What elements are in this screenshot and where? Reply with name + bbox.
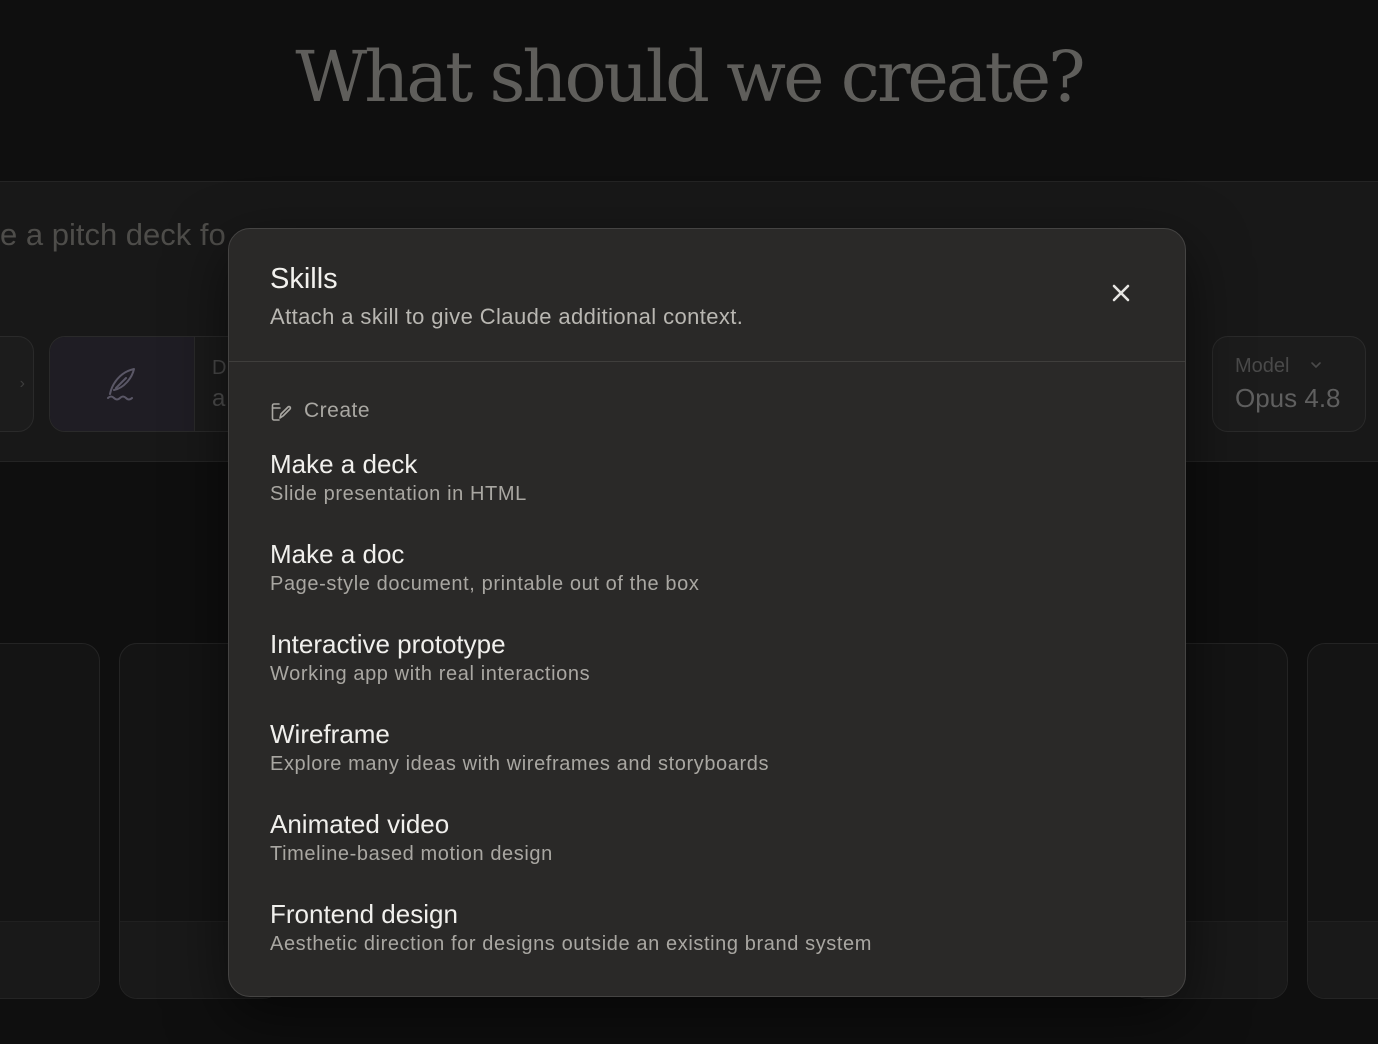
modal-title: Skills (270, 263, 338, 295)
model-selector[interactable]: Model Opus 4.8 (1212, 336, 1366, 432)
skill-item-animated-video[interactable]: Animated video Timeline-based motion des… (229, 802, 1185, 892)
chip-left-glyph: › (19, 375, 25, 392)
design-chip-icon-box (50, 337, 195, 431)
skill-name: Frontend design (270, 899, 458, 929)
hero-title: What should we create? (295, 36, 1085, 118)
skill-name: Make a doc (270, 539, 405, 569)
skill-item-frontend-design[interactable]: Frontend design Aesthetic direction for … (229, 892, 1185, 982)
skill-item-interactive-prototype[interactable]: Interactive prototype Working app with r… (229, 622, 1185, 712)
template-card[interactable] (0, 643, 100, 999)
modal-subtitle: Attach a skill to give Claude additional… (270, 304, 744, 329)
skill-item-make-a-deck[interactable]: Make a deck Slide presentation in HTML (229, 442, 1185, 532)
skill-description: Timeline-based motion design (270, 843, 553, 865)
close-icon (1112, 284, 1130, 302)
skill-item-make-a-doc[interactable]: Make a doc Page-style document, printabl… (229, 532, 1185, 622)
app-page: What should we create? e a pitch deck fo… (0, 0, 1378, 1044)
skill-description: Explore many ideas with wireframes and s… (270, 753, 770, 775)
skill-name: Make a deck (270, 449, 418, 479)
model-value: Opus 4.8 (1235, 383, 1341, 413)
skill-description: Aesthetic direction for designs outside … (270, 933, 873, 955)
skills-modal: Skills Attach a skill to give Claude add… (228, 228, 1186, 997)
chevron-down-icon (1311, 362, 1321, 369)
skill-name: Wireframe (270, 719, 390, 749)
skill-name: Animated video (270, 809, 450, 839)
skill-description: Page-style document, printable out of th… (270, 573, 700, 595)
modal-header: Skills Attach a skill to give Claude add… (229, 229, 1185, 362)
template-card-footer (0, 921, 99, 998)
skill-description: Slide presentation in HTML (270, 483, 527, 505)
skill-list: Make a deck Slide presentation in HTML M… (229, 442, 1185, 982)
skill-item-wireframe[interactable]: Wireframe Explore many ideas with wirefr… (229, 712, 1185, 802)
template-card[interactable] (1307, 643, 1378, 999)
skill-description: Working app with real interactions (270, 663, 591, 685)
template-card-footer (1308, 921, 1378, 998)
edit-pen-icon (271, 403, 292, 421)
model-label: Model (1235, 355, 1290, 377)
quill-icon (107, 368, 135, 401)
close-button[interactable] (1101, 273, 1141, 313)
skill-name: Interactive prototype (270, 629, 506, 659)
left-option-chip[interactable]: › (0, 336, 34, 432)
design-chip-label: D (212, 357, 227, 379)
design-chip-value: a (212, 385, 226, 412)
section-label: Create (304, 399, 371, 422)
